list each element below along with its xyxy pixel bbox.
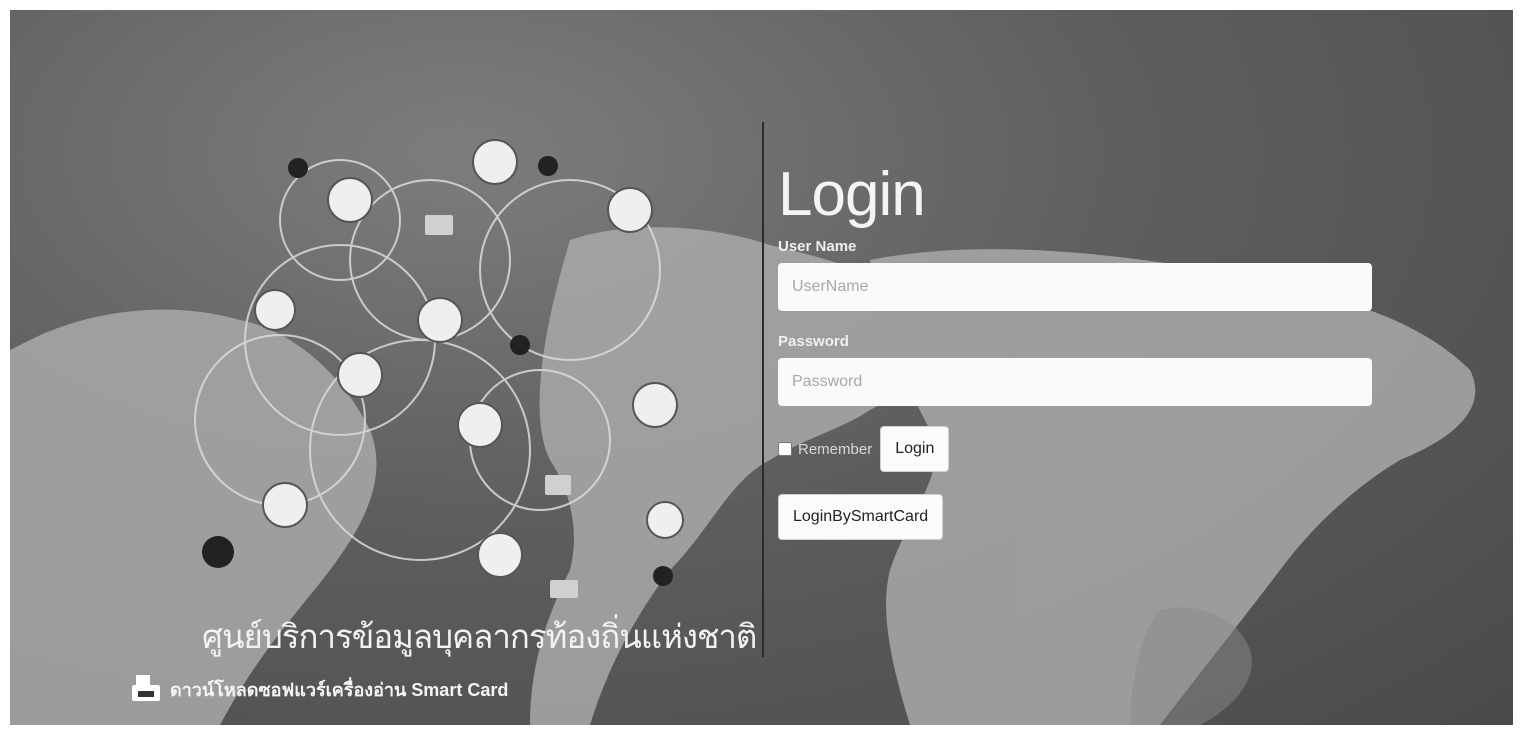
login-form: Login User Name Password Remember Login … xyxy=(778,160,1378,540)
password-input[interactable] xyxy=(778,358,1372,406)
username-label: User Name xyxy=(778,238,857,255)
smartcard-login-button[interactable]: LoginBySmartCard xyxy=(778,494,944,540)
social-network-illustration xyxy=(194,139,684,598)
download-link-text: ดาวน์โหลดซอฟแวร์เครื่องอ่าน Smart Card xyxy=(170,679,509,700)
card-reader-download-icon xyxy=(132,675,160,701)
password-label: Password xyxy=(778,333,849,350)
login-page-background: Login User Name Password Remember Login … xyxy=(10,10,1513,725)
remember-checkbox[interactable] xyxy=(778,442,792,456)
organization-name: ศูนย์บริการข้อมูลบุคลากรท้องถิ่นแห่งชาติ xyxy=(202,618,757,655)
remember-label: Remember xyxy=(798,440,873,458)
download-smartcard-software-link[interactable]: ดาวน์โหลดซอฟแวร์เครื่องอ่าน Smart Card xyxy=(130,673,508,705)
login-title: Login xyxy=(778,160,926,229)
remember-login-row: Remember Login xyxy=(778,426,1378,472)
login-button[interactable]: Login xyxy=(880,426,950,472)
username-input[interactable] xyxy=(778,263,1372,311)
vertical-divider xyxy=(762,122,764,657)
